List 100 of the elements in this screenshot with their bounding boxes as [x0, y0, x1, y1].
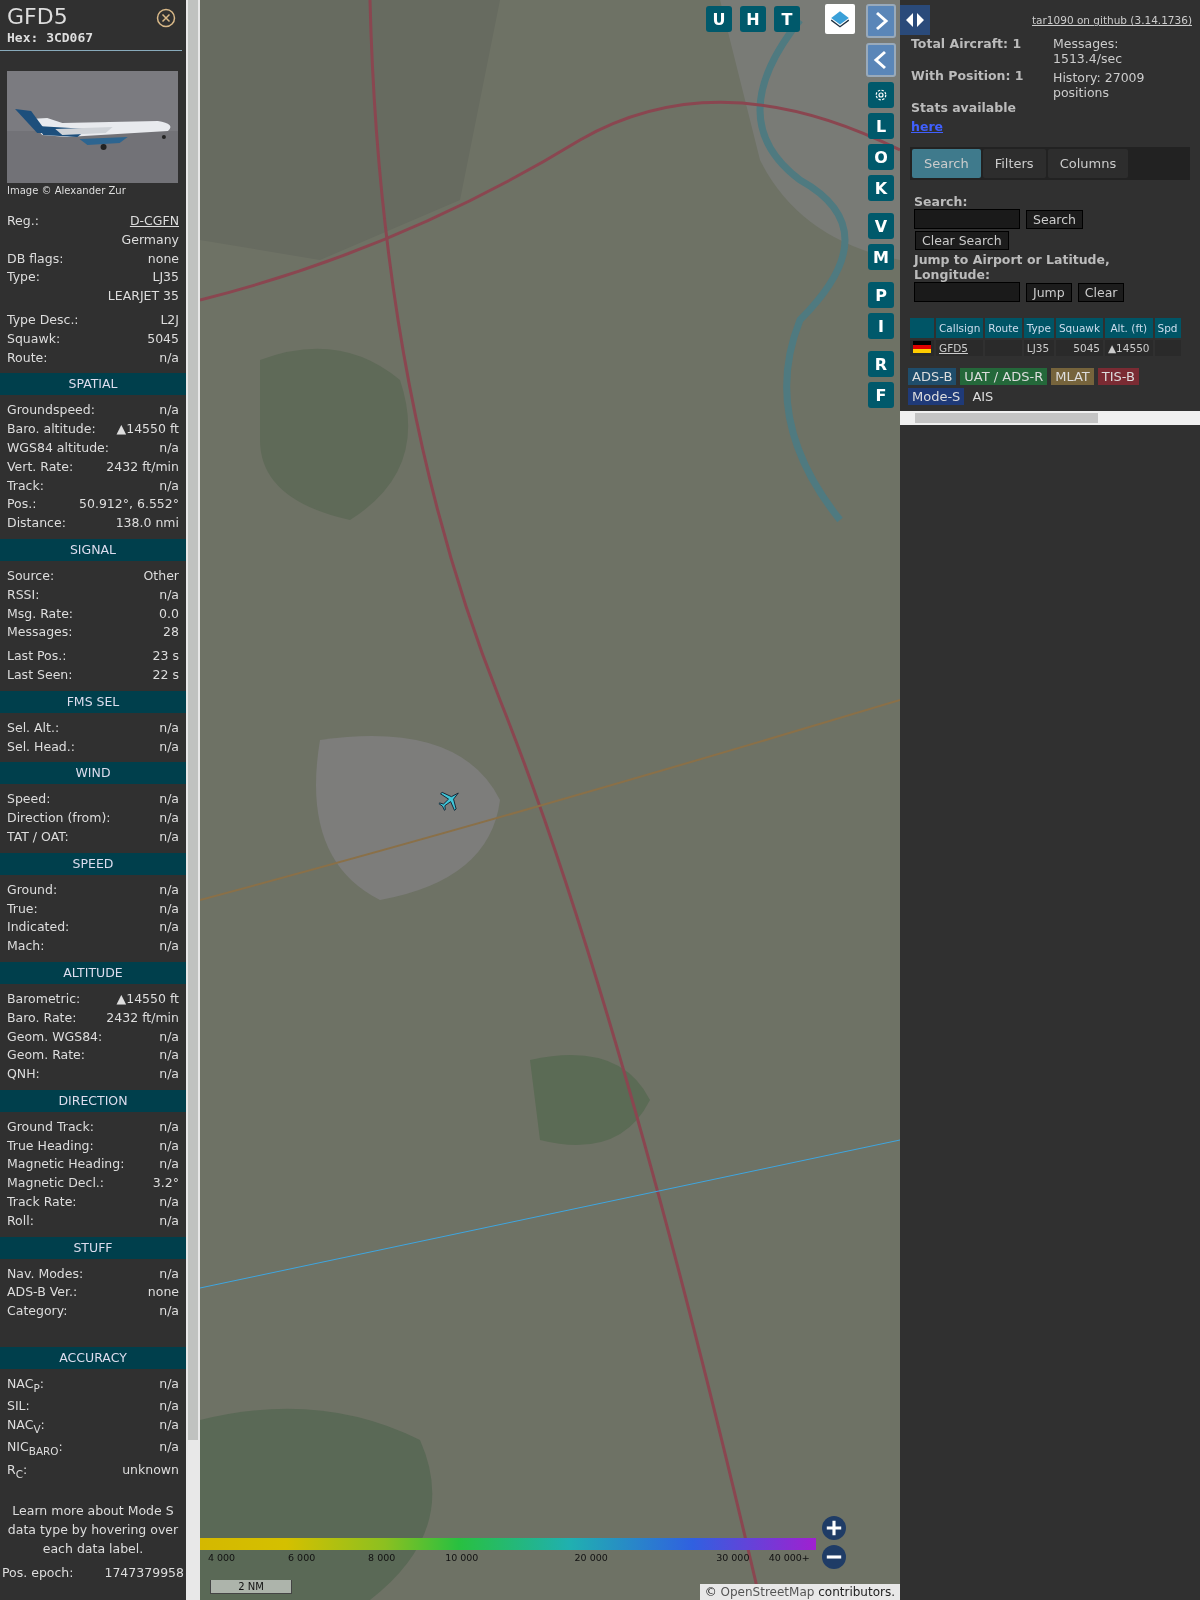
zoom-in-button[interactable] — [822, 1516, 846, 1540]
field-label: Speed: — [7, 790, 51, 809]
photo-credit: Image © Alexander Zur — [6, 184, 127, 198]
map-toggle-button[interactable]: L — [868, 113, 894, 139]
field-value: n/a — [159, 1302, 179, 1321]
jump-field[interactable] — [914, 282, 1020, 302]
column-header[interactable]: Route — [985, 318, 1022, 338]
previous-button[interactable] — [866, 43, 896, 77]
total-aircraft: Total Aircraft: 1 — [911, 36, 1023, 52]
field-value: n/a — [159, 1065, 179, 1084]
field-value: n/a — [159, 1397, 179, 1416]
flag-icon — [913, 341, 931, 353]
tab[interactable]: Filters — [982, 149, 1046, 178]
map-toggle-button[interactable]: M — [868, 244, 894, 270]
field-label: ADS-B Ver.: — [7, 1283, 78, 1302]
legend-label: 4 000 — [207, 1552, 236, 1563]
legend-label: 30 000 — [716, 1552, 750, 1563]
panel-toggle-icon[interactable] — [900, 5, 930, 35]
section-header: ACCURACY — [0, 1347, 186, 1370]
legend-label: 20 000 — [574, 1552, 608, 1563]
field-value: n/a — [159, 809, 179, 828]
map-toggle-button[interactable]: U — [706, 6, 732, 32]
table-cell: 5045 — [1073, 342, 1100, 354]
field-label: Type: — [7, 268, 40, 287]
section-header: STUFF — [0, 1236, 186, 1259]
field-value: n/a — [159, 1264, 179, 1283]
field-value: 2432 ft/min — [106, 457, 179, 476]
source-tag: AIS — [968, 388, 998, 405]
field-label: Barometric: — [7, 989, 81, 1008]
scrollbar[interactable] — [186, 0, 200, 1600]
field-value: n/a — [159, 1375, 179, 1394]
field-value: n/a — [159, 918, 179, 937]
field-value: n/a — [159, 1438, 179, 1457]
field-value: none — [147, 249, 179, 268]
legend-label: 8 000 — [368, 1552, 396, 1563]
field-value: ▲14550 ft — [116, 989, 179, 1008]
map-toggle-button[interactable]: O — [868, 144, 894, 170]
section-header: SIGNAL — [0, 538, 186, 561]
field-label: RSSI: — [7, 585, 40, 604]
map-toggle-button[interactable]: I — [868, 313, 894, 339]
field-label: Type Desc.: — [7, 311, 79, 329]
field-label: Geom. Rate: — [7, 1046, 86, 1065]
scrollbar[interactable] — [900, 411, 1200, 425]
clear-button[interactable]: Clear — [1077, 282, 1125, 302]
field-label: NIC$_{BARO}$: — [7, 1438, 63, 1459]
map-attribution: © OpenStreetMap contributors. — [699, 1584, 900, 1600]
tab[interactable]: Columns — [1047, 149, 1129, 178]
field-value: 28 — [163, 623, 179, 642]
field-label: True Heading: — [7, 1136, 94, 1155]
stats-label: Stats available — [911, 100, 1017, 116]
field-label: Source: — [7, 566, 55, 585]
settings-button[interactable] — [868, 82, 894, 108]
registration-link[interactable]: D-CGFN — [129, 212, 179, 231]
field-label: Last Seen: — [7, 665, 73, 684]
with-position: With Position: 1 — [911, 68, 1025, 84]
column-header[interactable]: Type — [1023, 318, 1054, 338]
field-label: Mach: — [7, 937, 45, 956]
table-header — [910, 318, 934, 338]
zoom-out-button[interactable] — [822, 1545, 846, 1569]
map-toggle-button[interactable]: F — [868, 382, 894, 408]
field-value: unknown — [122, 1460, 179, 1479]
column-header[interactable]: Alt. (ft) — [1105, 318, 1153, 338]
field-value: n/a — [159, 718, 179, 737]
column-header[interactable]: Squawk — [1055, 318, 1103, 338]
search-button[interactable]: Search — [1026, 209, 1083, 229]
close-icon[interactable] — [156, 8, 176, 28]
clear-search-button[interactable]: Clear Search — [915, 231, 1009, 250]
scale-bar: 2 NM — [210, 1580, 292, 1594]
map-toggle-button[interactable]: H — [740, 6, 766, 32]
section-header: SPATIAL — [0, 373, 186, 396]
field-value: n/a — [159, 1416, 179, 1435]
jump-button[interactable]: Jump — [1026, 282, 1072, 302]
map-toggle-button[interactable]: V — [868, 213, 894, 239]
column-header[interactable]: Spd — [1154, 318, 1181, 338]
field-label: Roll: — [7, 1211, 34, 1230]
field-value: n/a — [159, 438, 179, 457]
map-toggle-button[interactable]: R — [868, 351, 894, 377]
field-value: L2J — [160, 311, 179, 329]
field-value: n/a — [159, 1193, 179, 1212]
help-text: Learn more about Mode S data type by hovering over each data label. — [6, 1502, 180, 1559]
map-toggle-button[interactable]: T — [774, 6, 800, 32]
field-value: n/a — [159, 401, 179, 420]
hex-code: Hex: 3CD067 — [7, 30, 94, 45]
field-value: 5045 — [147, 329, 179, 348]
field-label: Messages: — [7, 623, 73, 642]
map-toggle-button[interactable]: P — [868, 282, 894, 308]
field-value: 22 s — [152, 665, 179, 684]
next-button[interactable] — [866, 4, 896, 38]
field-label: Distance: — [7, 514, 66, 533]
source-tag: UAT / ADS-R — [960, 368, 1048, 385]
field-value: n/a — [159, 737, 179, 756]
search-field[interactable] — [914, 209, 1020, 229]
github-link[interactable]: tar1090 on github (3.14.1736) — [1032, 14, 1192, 26]
map-toggle-button[interactable]: K — [868, 175, 894, 201]
column-header[interactable]: Callsign — [936, 318, 984, 338]
field-label: QNH: — [7, 1065, 40, 1084]
attribution-link[interactable]: OpenStreetMap — [720, 1585, 815, 1599]
field-label: Nav. Modes: — [7, 1264, 84, 1283]
field-label: Route: — [7, 348, 48, 367]
layers-button[interactable] — [825, 4, 855, 34]
